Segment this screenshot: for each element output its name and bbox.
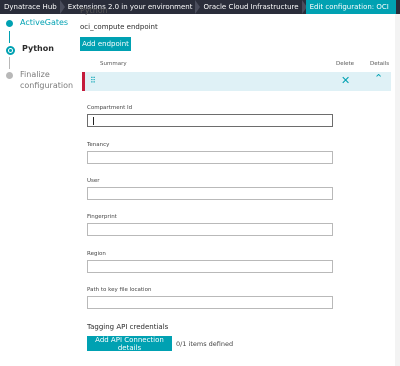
tenancy-input[interactable] <box>87 151 333 164</box>
breadcrumb: Dynatrace Hub Extensions 2.0 in your env… <box>0 0 400 14</box>
step-complete-icon <box>6 20 13 27</box>
compartment-id-label: Compartment Id <box>87 105 133 111</box>
close-icon[interactable]: ✕ <box>341 74 350 87</box>
stepper-line <box>9 57 10 69</box>
wizard-stepper: ActiveGates Python Finalize configuratio… <box>0 14 73 366</box>
drag-handle-icon[interactable]: ⠿ <box>90 76 96 85</box>
column-delete: Delete <box>336 61 355 67</box>
column-summary: Summary <box>100 61 127 67</box>
step-python[interactable]: Python <box>6 43 54 55</box>
step-finalize-configuration[interactable]: Finalize configuration <box>6 69 80 91</box>
compartment-id-input[interactable] <box>87 114 333 127</box>
scrollbar[interactable] <box>395 14 400 366</box>
add-api-connection-button[interactable]: Add API Connection details <box>87 336 172 352</box>
breadcrumb-edit-configuration: Edit configuration: OCI <box>305 0 396 14</box>
fingerprint-input[interactable] <box>87 223 333 236</box>
breadcrumb-dynatrace-hub[interactable]: Dynatrace Hub <box>0 0 65 14</box>
text-caret <box>93 117 94 125</box>
breadcrumb-oracle-cloud[interactable]: Oracle Cloud Infrastructure <box>199 0 307 14</box>
endpoint-row: ⠿ ✕ ⌃ <box>82 72 391 91</box>
items-defined-count: 0/1 items defined <box>176 340 234 348</box>
step-pending-icon <box>6 72 13 79</box>
add-endpoint-button[interactable]: Add endpoint <box>80 37 131 51</box>
chevron-up-icon[interactable]: ⌃ <box>374 72 383 85</box>
stepper-line <box>9 31 10 43</box>
key-file-path-input[interactable] <box>87 296 333 309</box>
tagging-api-credentials-title: Tagging API credentials <box>87 323 169 331</box>
region-input[interactable] <box>87 260 333 273</box>
region-label: Region <box>87 251 106 257</box>
fingerprint-label: Fingerprint <box>87 214 117 220</box>
section-title: Python <box>80 6 108 15</box>
user-input[interactable] <box>87 187 333 200</box>
key-file-path-label: Path to key file location <box>87 287 152 293</box>
user-label: User <box>87 178 100 184</box>
step-current-icon <box>6 46 15 55</box>
endpoint-title: oci_compute endpoint <box>80 23 158 31</box>
column-details: Details <box>370 61 390 67</box>
tenancy-label: Tenancy <box>87 142 110 148</box>
step-activegates[interactable]: ActiveGates <box>6 17 68 28</box>
